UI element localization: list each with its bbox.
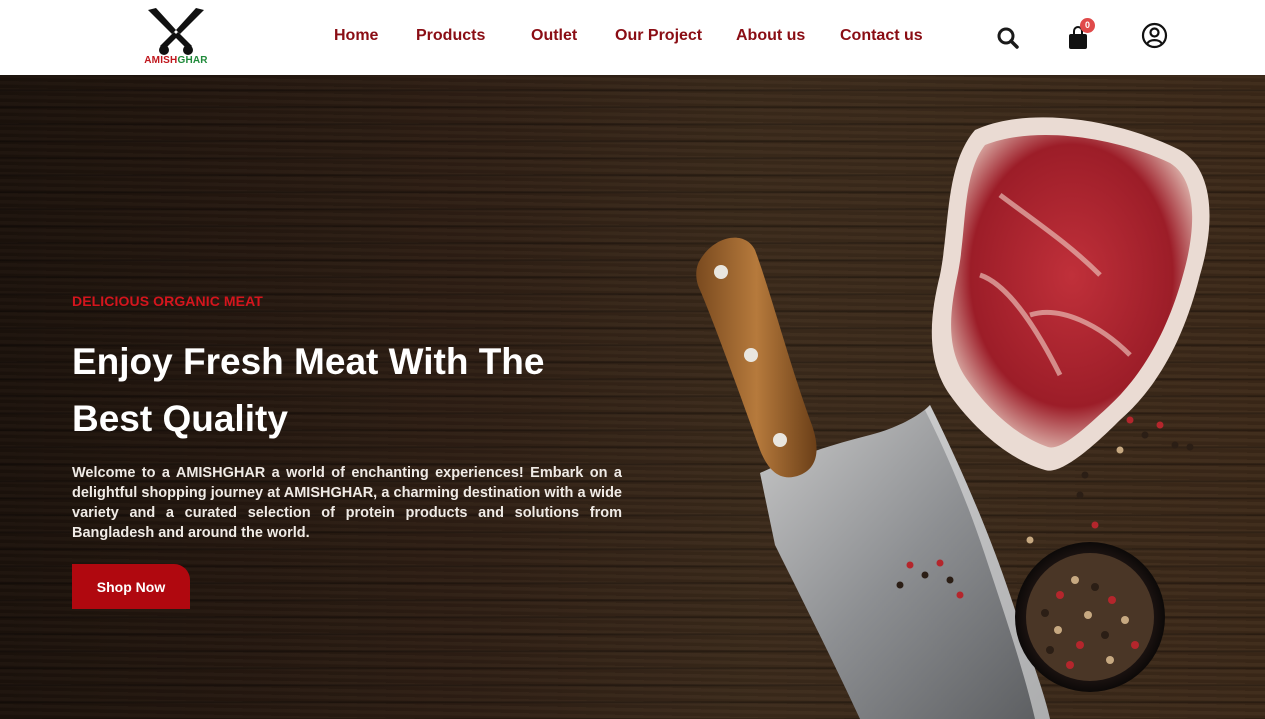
user-circle-icon [1141,22,1168,49]
cart-count-badge: 0 [1080,18,1095,33]
logo-text-part2: GHAR [177,55,208,66]
hero-headline: Enjoy Fresh Meat With The Best Quality [72,341,545,439]
nav-home[interactable]: Home [334,27,378,45]
brand-logo[interactable]: AMISHGHAR [140,6,212,68]
nav-about-us[interactable]: About us [736,27,805,45]
nav-contact-us[interactable]: Contact us [840,27,923,45]
cart-button[interactable]: 0 [1068,18,1095,50]
hero-section: DELICIOUS ORGANIC MEAT Enjoy Fresh Meat … [0,75,1265,719]
search-button[interactable] [996,26,1020,50]
nav-our-project[interactable]: Our Project [615,27,702,45]
account-button[interactable] [1141,22,1168,49]
crossed-knives-icon [148,8,204,55]
nav-outlet[interactable]: Outlet [531,27,577,45]
nav-products[interactable]: Products [416,27,485,45]
hero-description: Welcome to a AMISHGHAR a world of enchan… [72,465,622,541]
search-icon [997,27,1019,49]
site-header: AMISHGHAR Home Products Outlet Our Proje… [0,0,1265,75]
logo-text-part1: AMISH [144,55,178,66]
logo-wordmark: AMISHGHAR [140,55,212,66]
shop-now-button[interactable]: Shop Now [72,564,190,609]
hero-eyebrow: DELICIOUS ORGANIC MEAT [72,293,263,309]
